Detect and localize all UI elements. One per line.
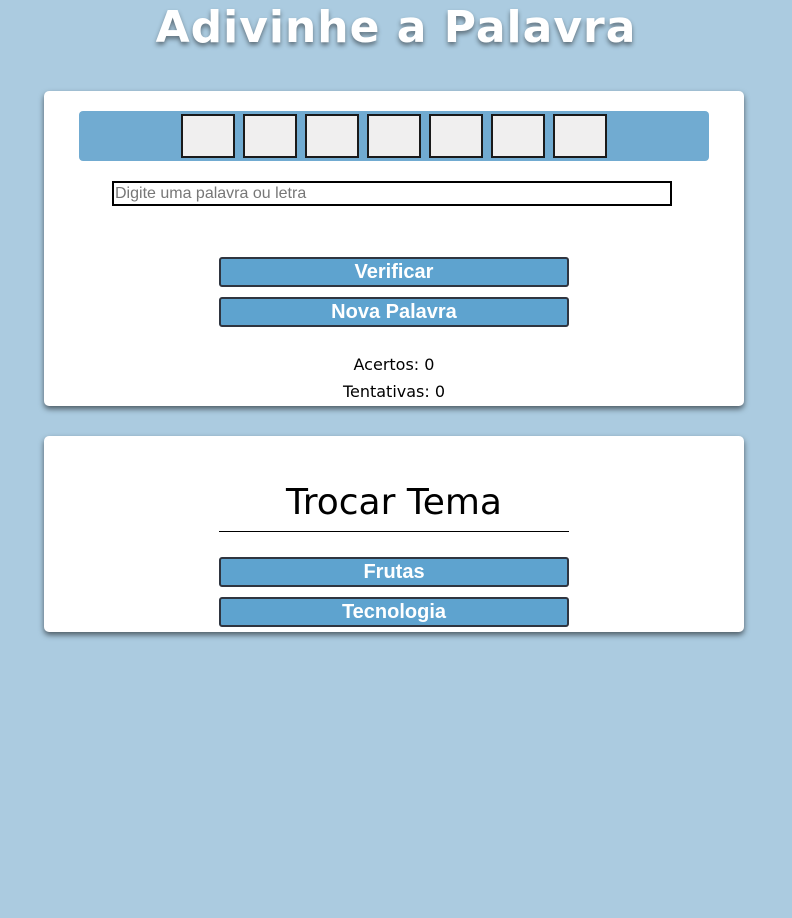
hits-value: 0: [424, 355, 435, 374]
new-word-button[interactable]: Nova Palavra: [219, 297, 569, 327]
theme-button-tecnologia[interactable]: Tecnologia: [219, 597, 569, 627]
verify-button[interactable]: Verificar: [219, 257, 569, 287]
guess-input[interactable]: [112, 181, 672, 206]
attempts-stat: Tentativas: 0: [44, 382, 744, 401]
page-title: Adivinhe a Palavra: [155, 2, 637, 53]
attempts-value: 0: [434, 382, 446, 401]
letter-slots: [79, 111, 709, 161]
theme-card: Trocar Tema Frutas Tecnologia: [44, 436, 744, 632]
letter-slot: [305, 114, 359, 158]
hits-stat: Acertos: 0: [44, 355, 744, 374]
letter-slot: [429, 114, 483, 158]
letter-slot: [181, 114, 235, 158]
game-card: Verificar Nova Palavra Acertos: 0 Tentat…: [44, 91, 744, 406]
letter-slot: [553, 114, 607, 158]
theme-button-frutas[interactable]: Frutas: [219, 557, 569, 587]
hits-label: Acertos:: [353, 355, 420, 374]
attempts-label: Tentativas:: [342, 382, 430, 401]
letter-slot: [367, 114, 421, 158]
theme-title: Trocar Tema: [219, 480, 569, 532]
letter-slot: [491, 114, 545, 158]
letter-slot: [243, 114, 297, 158]
